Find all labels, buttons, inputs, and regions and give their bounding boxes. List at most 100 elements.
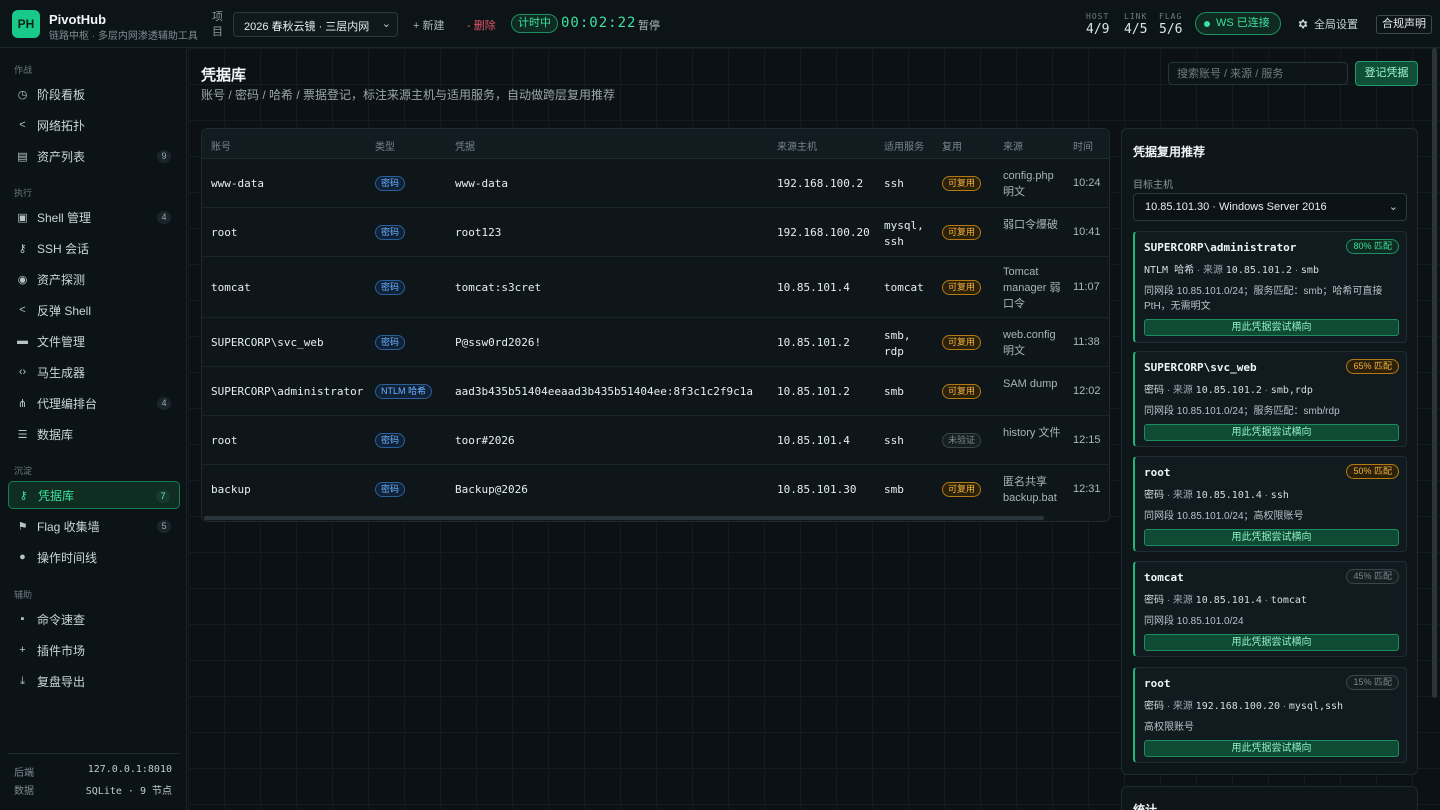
host-cell: 192.168.100.2	[777, 177, 864, 190]
app-logo: PH	[12, 10, 40, 38]
account-cell: root	[211, 434, 238, 447]
delete-project-button[interactable]: - 删除	[467, 17, 496, 33]
type-badge: 密码	[375, 225, 406, 240]
sidebar-item-label: 操作时间线	[37, 550, 98, 565]
secret-cell: Backup@2026	[455, 483, 528, 496]
sidebar-item-probe[interactable]: ◉ 资产探测	[8, 265, 180, 293]
search-input[interactable]	[1168, 62, 1348, 85]
candidate-card: root 50% 匹配 密码 · 来源 10.85.101.4 · ssh 同网…	[1133, 456, 1407, 552]
candidate-account: tomcat	[1144, 571, 1184, 584]
data-info: 数据 SQLite · 9 节点	[14, 782, 172, 797]
sidebar-item-proxy[interactable]: ⋔ 代理编排台 4	[8, 389, 180, 417]
status-dot-icon	[1204, 20, 1210, 27]
secret-cell: root123	[455, 226, 502, 239]
sidebar-item-ssh[interactable]: ⚷ SSH 会话	[8, 234, 180, 262]
try-lateral-button[interactable]: 用此凭据尝试横向	[1144, 319, 1399, 336]
host-cell: 192.168.100.20	[777, 226, 870, 239]
data-value: SQLite · 9 节点	[85, 786, 172, 797]
share-icon: <	[19, 304, 26, 316]
candidate-source-label: 来源	[1172, 595, 1193, 606]
table-row[interactable]: tomcat 密码 tomcat:s3cret 10.85.101.4 tomc…	[202, 257, 1109, 318]
sidebar-item-label: 数据库	[37, 427, 74, 442]
candidate-type: NTLM 哈希	[1144, 265, 1195, 276]
project-select-value: 2026 春秋云镜 · 三层内网	[244, 21, 370, 33]
table-row[interactable]: www-data 密码 www-data 192.168.100.2 ssh 可…	[202, 159, 1109, 208]
candidate-type: 密码	[1144, 701, 1164, 712]
table-row[interactable]: SUPERCORP\administrator NTLM 哈希 aad3b435…	[202, 367, 1109, 416]
stat-value: 4/9	[1086, 22, 1110, 37]
column-header: 复用	[942, 142, 962, 153]
sidebar-item-flags[interactable]: ⚑ Flag 收集墙 5	[8, 512, 180, 540]
account-cell: SUPERCORP\administrator	[211, 385, 364, 398]
ws-status-badge: WS 已连接	[1195, 12, 1281, 35]
source-cell: config.php 明文	[1003, 170, 1054, 198]
sidebar-item-stage-board[interactable]: ◷ 阶段看板	[8, 80, 180, 108]
type-badge: 密码	[375, 176, 406, 191]
sidebar-item-credentials[interactable]: ⚷ 凭据库 7	[8, 481, 180, 509]
reuse-badge: 可复用	[942, 482, 982, 497]
service-cell: smb	[884, 483, 904, 496]
host-cell: 10.85.101.2	[777, 336, 850, 349]
stats-title: 统计	[1133, 803, 1158, 810]
sidebar-item-plugins[interactable]: + 插件市场	[8, 636, 180, 664]
target-host-select[interactable]: 10.85.101.30 · Windows Server 2016 ⌄	[1133, 193, 1407, 221]
database-icon: ☰	[17, 428, 28, 441]
sidebar-item-label: 复盘导出	[37, 674, 86, 689]
sidebar-item-label: 插件市场	[37, 643, 86, 658]
type-badge: 密码	[375, 482, 406, 497]
try-lateral-button[interactable]: 用此凭据尝试横向	[1144, 634, 1399, 651]
app-subtitle: 链路中枢 · 多层内网渗透辅助工具	[49, 31, 198, 42]
sidebar-item-label: SSH 会话	[37, 241, 90, 256]
candidate-type: 密码	[1144, 385, 1164, 396]
app-name: PivotHub	[49, 12, 107, 27]
sidebar-item-cheatsheet[interactable]: ▪ 命令速查	[8, 605, 180, 633]
target-host-value: 10.85.101.30 · Windows Server 2016	[1145, 201, 1327, 213]
host-cell: 10.85.101.30	[777, 483, 857, 496]
match-badge: 65% 匹配	[1346, 359, 1399, 374]
secret-cell: P@ssw0rd2026!	[455, 336, 542, 349]
sidebar-item-label: 资产探测	[37, 272, 86, 287]
share-icon: <	[19, 119, 26, 131]
sidebar-item-database[interactable]: ☰ 数据库	[8, 420, 180, 448]
candidate-service: mysql,ssh	[1288, 701, 1344, 712]
project-select[interactable]: 2026 春秋云镜 · 三层内网 ⌄	[233, 12, 398, 37]
reuse-badge: 可复用	[942, 176, 982, 191]
chevron-down-icon: ⌄	[1388, 201, 1398, 213]
backend-info: 后端 127.0.0.1:8010	[14, 764, 172, 779]
sidebar-item-files[interactable]: ▬ 文件管理	[8, 327, 180, 355]
sidebar-item-export[interactable]: ⤓ 复盘导出	[8, 667, 180, 695]
try-lateral-button[interactable]: 用此凭据尝试横向	[1144, 424, 1399, 441]
gear-icon	[1298, 19, 1308, 29]
table-row[interactable]: backup 密码 Backup@2026 10.85.101.30 smb 可…	[202, 465, 1109, 514]
source-cell: 匿名共享 backup.bat	[1003, 476, 1057, 504]
sidebar-item-assets[interactable]: ▤ 资产列表 9	[8, 142, 180, 170]
sidebar-item-generator[interactable]: ‹› 马生成器	[8, 358, 180, 386]
candidate-service: smb	[1300, 265, 1319, 276]
settings-label: 全局设置	[1314, 19, 1358, 31]
table-row[interactable]: SUPERCORP\svc_web 密码 P@ssw0rd2026! 10.85…	[202, 318, 1109, 367]
compliance-button[interactable]: 合规声明	[1376, 15, 1432, 34]
table-row[interactable]: root 密码 toor#2026 10.85.101.4 ssh 未验证 hi…	[202, 416, 1109, 465]
chevron-down-icon: ⌄	[381, 18, 391, 30]
candidate-type: 密码	[1144, 595, 1164, 606]
candidate-source-label: 来源	[1172, 385, 1193, 396]
sidebar-item-reverse-shell[interactable]: < 反弹 Shell	[8, 296, 180, 324]
settings-button[interactable]: 全局设置	[1297, 16, 1358, 32]
service-cell: smb, rdp	[884, 329, 911, 358]
pause-button[interactable]: 暂停	[638, 17, 660, 33]
horizontal-scrollbar[interactable]	[204, 516, 1044, 520]
try-lateral-button[interactable]: 用此凭据尝试横向	[1144, 529, 1399, 546]
reuse-badge: 可复用	[942, 384, 982, 399]
sidebar-item-timeline[interactable]: ● 操作时间线	[8, 543, 180, 571]
try-lateral-button[interactable]: 用此凭据尝试横向	[1144, 740, 1399, 757]
new-project-button[interactable]: + 新建	[413, 17, 444, 33]
candidate-host: 10.85.101.2	[1195, 385, 1262, 396]
stat-key: FLAG	[1159, 12, 1183, 21]
table-row[interactable]: root 密码 root123 192.168.100.20 mysql, ss…	[202, 208, 1109, 257]
credentials-table: 账号 类型 凭据 来源主机 适用服务 复用 来源 时间 www-data 密码 …	[201, 128, 1110, 522]
register-credential-button[interactable]: 登记凭据	[1355, 61, 1418, 86]
vertical-scrollbar[interactable]	[1432, 48, 1437, 698]
reuse-badge: 可复用	[942, 225, 982, 240]
sidebar-item-shell[interactable]: ▣ Shell 管理 4	[8, 203, 180, 231]
sidebar-item-topology[interactable]: < 网络拓扑	[8, 111, 180, 139]
